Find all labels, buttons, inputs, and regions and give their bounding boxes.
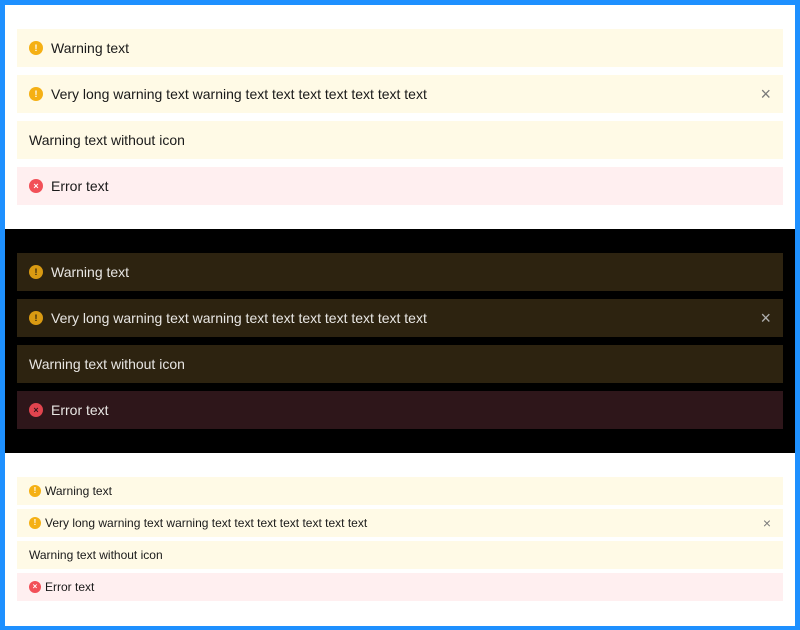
warning-icon: ! xyxy=(29,485,41,497)
alert-message: Very long warning text warning text text… xyxy=(45,516,368,530)
error-icon: × xyxy=(29,403,43,417)
alert-message: Error text xyxy=(45,580,95,594)
alert-message: Very long warning text warning text text… xyxy=(51,86,427,102)
error-icon: × xyxy=(29,179,43,193)
warning-icon: ! xyxy=(29,517,41,529)
warning-alert: ! Warning text xyxy=(17,477,783,505)
warning-alert: ! Warning text xyxy=(17,29,783,67)
alert-message: Very long warning text warning text text… xyxy=(51,310,427,326)
alert-message: Warning text without icon xyxy=(29,132,185,148)
close-icon[interactable]: × xyxy=(760,309,771,327)
alert-message: Warning text without icon xyxy=(29,548,163,562)
dismissible-warning-alert: ! Very long warning text warning text te… xyxy=(17,75,783,113)
warning-icon: ! xyxy=(29,311,43,325)
dismissible-warning-alert: ! Very long warning text warning text te… xyxy=(17,509,783,537)
alert-message: Warning text xyxy=(51,264,130,280)
error-alert: × Error text xyxy=(17,391,783,429)
alert-message: Warning text without icon xyxy=(29,356,185,372)
alert-message: Error text xyxy=(51,402,109,418)
warning-alert: ! Warning text xyxy=(17,253,783,291)
warning-icon: ! xyxy=(29,265,43,279)
warning-alert-no-icon: Warning text without icon xyxy=(17,345,783,383)
warning-icon: ! xyxy=(29,87,43,101)
dismissible-warning-alert: ! Very long warning text warning text te… xyxy=(17,299,783,337)
compact-alerts-section: ! Warning text ! Very long warning text … xyxy=(5,477,795,605)
error-alert: × Error text xyxy=(17,167,783,205)
error-icon: × xyxy=(29,581,41,593)
alert-message: Warning text xyxy=(51,40,130,56)
alert-message: Warning text xyxy=(45,484,112,498)
warning-icon: ! xyxy=(29,41,43,55)
close-icon[interactable]: × xyxy=(760,85,771,103)
warning-alert-no-icon: Warning text without icon xyxy=(17,121,783,159)
preview-frame: ! Warning text ! Very long warning text … xyxy=(0,0,800,630)
alert-message: Error text xyxy=(51,178,109,194)
dark-alerts-section: ! Warning text ! Very long warning text … xyxy=(5,229,795,453)
close-icon[interactable]: × xyxy=(763,516,771,530)
warning-alert-no-icon: Warning text without icon xyxy=(17,541,783,569)
error-alert: × Error text xyxy=(17,573,783,601)
light-alerts-section: ! Warning text ! Very long warning text … xyxy=(5,29,795,213)
